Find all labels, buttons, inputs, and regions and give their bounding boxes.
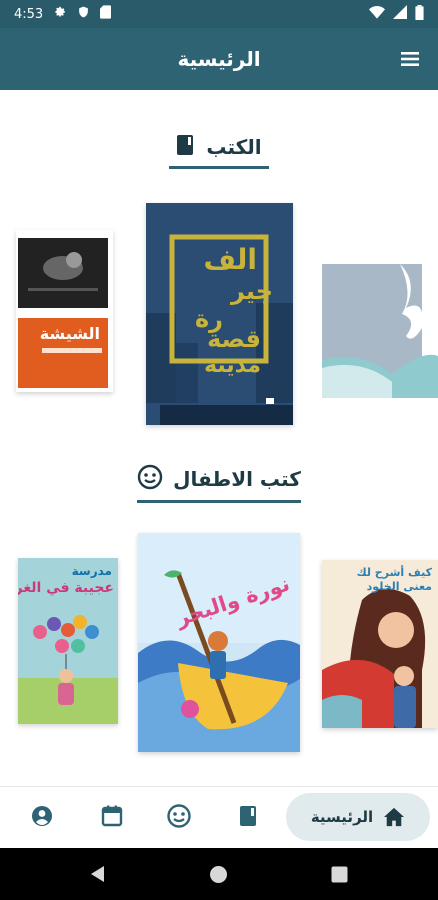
book-subtitle-line1: قصة: [207, 325, 261, 353]
kids-book-card-noura[interactable]: نورة والبحر: [138, 533, 300, 752]
book-card-shisha[interactable]: الشيشة: [16, 230, 113, 392]
app-bar: الرئيسية: [0, 28, 438, 90]
kids-book-card-school[interactable]: مدرسة عجيبة في الغريب: [18, 558, 118, 724]
recents-square-icon: [331, 866, 348, 883]
home-content: الكتب الشيشة الف جير رة قصة مدينة كتب ال…: [0, 90, 438, 786]
nav-profile[interactable]: [27, 801, 57, 831]
settings-icon: [53, 5, 67, 23]
bottom-navigation: الرئيسية: [0, 786, 438, 848]
book-icon: [176, 134, 196, 160]
status-bar: 4:53: [0, 0, 438, 28]
book-subtitle-line2: مدينة: [204, 353, 261, 378]
battery-icon: [415, 4, 424, 24]
books-section-title: الكتب: [206, 135, 262, 159]
back-triangle-icon: [91, 866, 104, 882]
account-circle-icon: [32, 806, 52, 826]
nav-books[interactable]: [234, 801, 264, 831]
book-title-line1: الف: [203, 243, 257, 276]
book-icon: [240, 806, 256, 826]
books-section-header: الكتب: [0, 134, 438, 169]
kids-book-cover-art: [138, 533, 300, 752]
page-title: الرئيسية: [177, 47, 261, 71]
recents-button[interactable]: [331, 866, 348, 887]
home-circle-icon: [210, 866, 227, 883]
menu-button[interactable]: [398, 47, 422, 71]
nav-calendar[interactable]: [97, 801, 127, 831]
kids-section-title: كتب الاطفال: [173, 467, 301, 491]
home-icon: [384, 807, 405, 827]
book-card-open-book[interactable]: [322, 264, 438, 398]
kids-section-underline: [137, 500, 301, 503]
signal-icon: [393, 5, 407, 23]
sd-card-icon: [100, 5, 112, 23]
book-cover-orange: الشيشة: [18, 318, 108, 388]
books-section-underline: [169, 166, 269, 169]
nav-kids-books[interactable]: [164, 801, 194, 831]
nav-home-label: الرئيسية: [310, 808, 374, 826]
open-book-illustration: [322, 264, 438, 398]
kids-book-title-top: مدرسة: [71, 564, 112, 578]
back-button[interactable]: [88, 864, 106, 888]
smile-icon: [137, 464, 163, 494]
wifi-icon: [369, 5, 385, 23]
calendar-icon: [101, 805, 123, 827]
smile-icon: [167, 804, 191, 828]
shield-icon: [77, 5, 90, 23]
kids-book-title-eternity: كيف أشرح لك معنى الخلود: [356, 566, 432, 593]
book-cover-photo: [18, 238, 108, 308]
home-button[interactable]: [209, 865, 228, 888]
status-time: 4:53: [14, 6, 44, 22]
kids-book-title-main: عجيبة في الغريب: [18, 580, 114, 596]
book-title-line2: جير: [230, 277, 273, 305]
kids-section-header: كتب الاطفال: [0, 464, 438, 503]
system-navigation-bar: [0, 848, 438, 900]
nav-home[interactable]: الرئيسية: [286, 793, 430, 841]
menu-icon: [401, 52, 419, 66]
book-card-fujairah[interactable]: الف جير رة قصة مدينة: [146, 203, 293, 425]
kids-book-card-eternity[interactable]: كيف أشرح لك معنى الخلود: [322, 560, 438, 728]
book-title-shisha: الشيشة: [39, 324, 100, 343]
